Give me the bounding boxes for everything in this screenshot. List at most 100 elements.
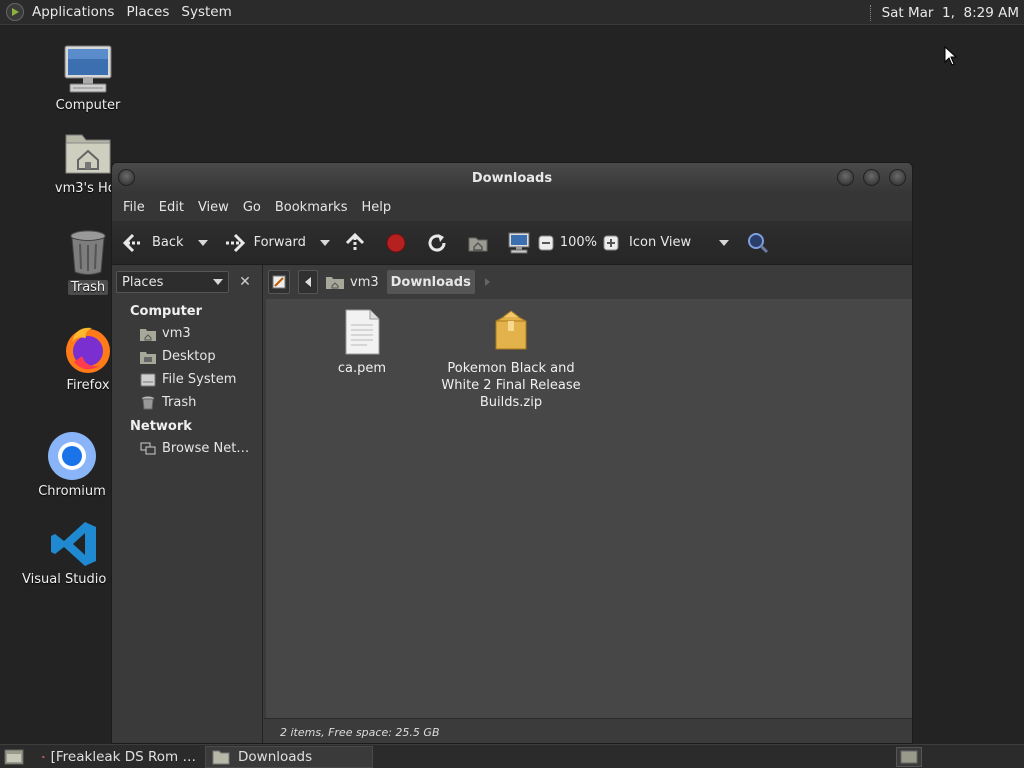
main-menu-icon[interactable] xyxy=(6,3,24,21)
close-icon[interactable]: ✕ xyxy=(233,271,257,293)
close-button[interactable] xyxy=(889,169,906,186)
workspace-switcher[interactable] xyxy=(896,747,922,767)
forward-button[interactable]: Forward xyxy=(224,228,306,258)
search-icon[interactable] xyxy=(747,232,769,254)
desktop-folder-icon xyxy=(140,350,156,364)
menu-view[interactable]: View xyxy=(191,200,236,215)
sidebar-item-browse-network[interactable]: Browse Net… xyxy=(112,437,262,460)
breadcrumb-label: vm3 xyxy=(350,274,379,290)
back-history-dropdown[interactable] xyxy=(197,239,208,246)
minimize-button[interactable] xyxy=(837,169,854,186)
drive-icon xyxy=(140,373,156,387)
firefox-icon xyxy=(62,324,114,376)
desktop-icon-label: Trash xyxy=(67,280,109,295)
sidebar-item-file-system[interactable]: File System xyxy=(112,368,262,391)
clock[interactable]: Sat Mar 1, 8:29 AM xyxy=(882,5,1024,21)
menu-file[interactable]: File xyxy=(116,200,152,215)
clock-area: Sat Mar 1, 8:29 AM xyxy=(869,0,1024,25)
file-name: ca.pem xyxy=(337,361,387,376)
up-arrow-icon[interactable] xyxy=(344,232,366,254)
side-section-header: Network xyxy=(130,419,192,434)
sidebar-item-label: Trash xyxy=(162,395,197,410)
computer-icon[interactable] xyxy=(508,232,530,254)
view-mode-label: Icon View xyxy=(629,235,692,250)
side-pane: Places ✕ Computer vm3 Desktop File Syste… xyxy=(112,265,263,743)
back-button[interactable]: Back xyxy=(122,228,184,258)
chevron-down-icon xyxy=(719,239,730,246)
home-icon[interactable] xyxy=(467,232,489,254)
menu-help[interactable]: Help xyxy=(354,200,398,215)
home-folder-icon xyxy=(326,277,344,289)
sidebar-item-label: Browse Net… xyxy=(162,441,250,456)
places-menu[interactable]: Places xyxy=(120,0,175,25)
chromium-icon xyxy=(46,430,98,482)
stop-icon[interactable] xyxy=(385,232,407,254)
archive-icon xyxy=(491,309,531,355)
text-file-icon xyxy=(342,309,382,355)
menu-go[interactable]: Go xyxy=(236,200,268,215)
back-label: Back xyxy=(152,235,184,250)
panel-separator xyxy=(869,4,872,21)
desktop-icon-computer[interactable]: Computer xyxy=(33,44,143,113)
file-manager-window: Downloads File Edit View Go Bookmarks He… xyxy=(111,162,913,744)
toolbar: Back Forward 100% Icon View xyxy=(112,221,912,265)
zoom-level[interactable]: 100% xyxy=(560,228,597,258)
sidebar-item-label: File System xyxy=(162,372,237,387)
panel-menus: Applications Places System xyxy=(0,0,246,25)
breadcrumb-downloads[interactable]: Downloads xyxy=(386,270,475,294)
file-view[interactable]: ca.pem Pokemon Black and White 2 Final R… xyxy=(266,299,912,718)
window-menu-button[interactable] xyxy=(118,169,135,186)
menu-bookmarks[interactable]: Bookmarks xyxy=(268,200,355,215)
status-bar: 2 items, Free space: 25.5 GB xyxy=(264,718,912,743)
show-desktop-button[interactable] xyxy=(2,746,26,768)
top-panel: Applications Places System Sat Mar 1, 8:… xyxy=(0,0,1024,25)
edit-location-icon xyxy=(272,275,286,289)
taskbar-item-downloads[interactable]: Downloads xyxy=(205,745,373,768)
toggle-location-button[interactable] xyxy=(268,270,290,294)
computer-icon xyxy=(62,44,114,96)
taskbar-item-label: Downloads xyxy=(238,748,313,765)
chevron-right-icon[interactable] xyxy=(484,278,490,286)
breadcrumb-vm3[interactable]: vm3 xyxy=(322,270,383,294)
show-desktop-icon xyxy=(4,749,24,764)
chevron-down-icon xyxy=(213,279,223,285)
path-scroll-left-button[interactable] xyxy=(298,270,318,294)
view-mode-combo[interactable]: Icon View xyxy=(629,228,730,258)
side-section-header: Computer xyxy=(130,304,203,319)
taskbar-item-label: [Freakleak DS Rom … xyxy=(50,748,196,765)
side-pane-selector[interactable]: Places xyxy=(116,271,229,293)
trash-icon xyxy=(140,396,156,410)
taskbar-item-firefox[interactable]: [Freakleak DS Rom … xyxy=(36,746,202,768)
menu-edit[interactable]: Edit xyxy=(152,200,191,215)
home-folder-icon xyxy=(140,327,156,341)
workspace-icon xyxy=(900,750,918,764)
sidebar-item-label: Desktop xyxy=(162,349,216,364)
path-bar: vm3 Downloads xyxy=(264,265,912,299)
zoom-out-icon[interactable] xyxy=(538,232,554,254)
menubar: File Edit View Go Bookmarks Help xyxy=(112,194,912,221)
file-item[interactable]: Pokemon Black and White 2 Final Release … xyxy=(436,309,586,411)
sidebar-item-label: vm3 xyxy=(162,326,191,341)
folder-icon xyxy=(212,750,230,764)
forward-history-dropdown[interactable] xyxy=(319,239,330,246)
zoom-in-icon[interactable] xyxy=(603,232,619,254)
bottom-panel: [Freakleak DS Rom … Downloads xyxy=(0,744,1024,768)
reload-icon[interactable] xyxy=(426,232,448,254)
sidebar-item-vm3[interactable]: vm3 xyxy=(112,322,262,345)
network-icon xyxy=(140,442,156,456)
sidebar-item-desktop[interactable]: Desktop xyxy=(112,345,262,368)
forward-arrow-icon xyxy=(224,232,246,254)
maximize-button[interactable] xyxy=(863,169,880,186)
side-pane-selector-label: Places xyxy=(122,274,164,290)
window-titlebar[interactable]: Downloads xyxy=(112,163,912,194)
desktop-icon-label: Firefox xyxy=(66,378,110,393)
applications-menu[interactable]: Applications xyxy=(26,0,120,25)
desktop-icon-label: Chromium xyxy=(38,484,106,499)
side-pane-header: Places ✕ xyxy=(112,265,262,299)
file-item[interactable]: ca.pem xyxy=(312,309,412,377)
firefox-icon xyxy=(42,755,45,758)
vscode-icon xyxy=(48,518,100,570)
system-menu[interactable]: System xyxy=(175,0,237,25)
back-arrow-icon xyxy=(122,232,144,254)
sidebar-item-trash[interactable]: Trash xyxy=(112,391,262,414)
